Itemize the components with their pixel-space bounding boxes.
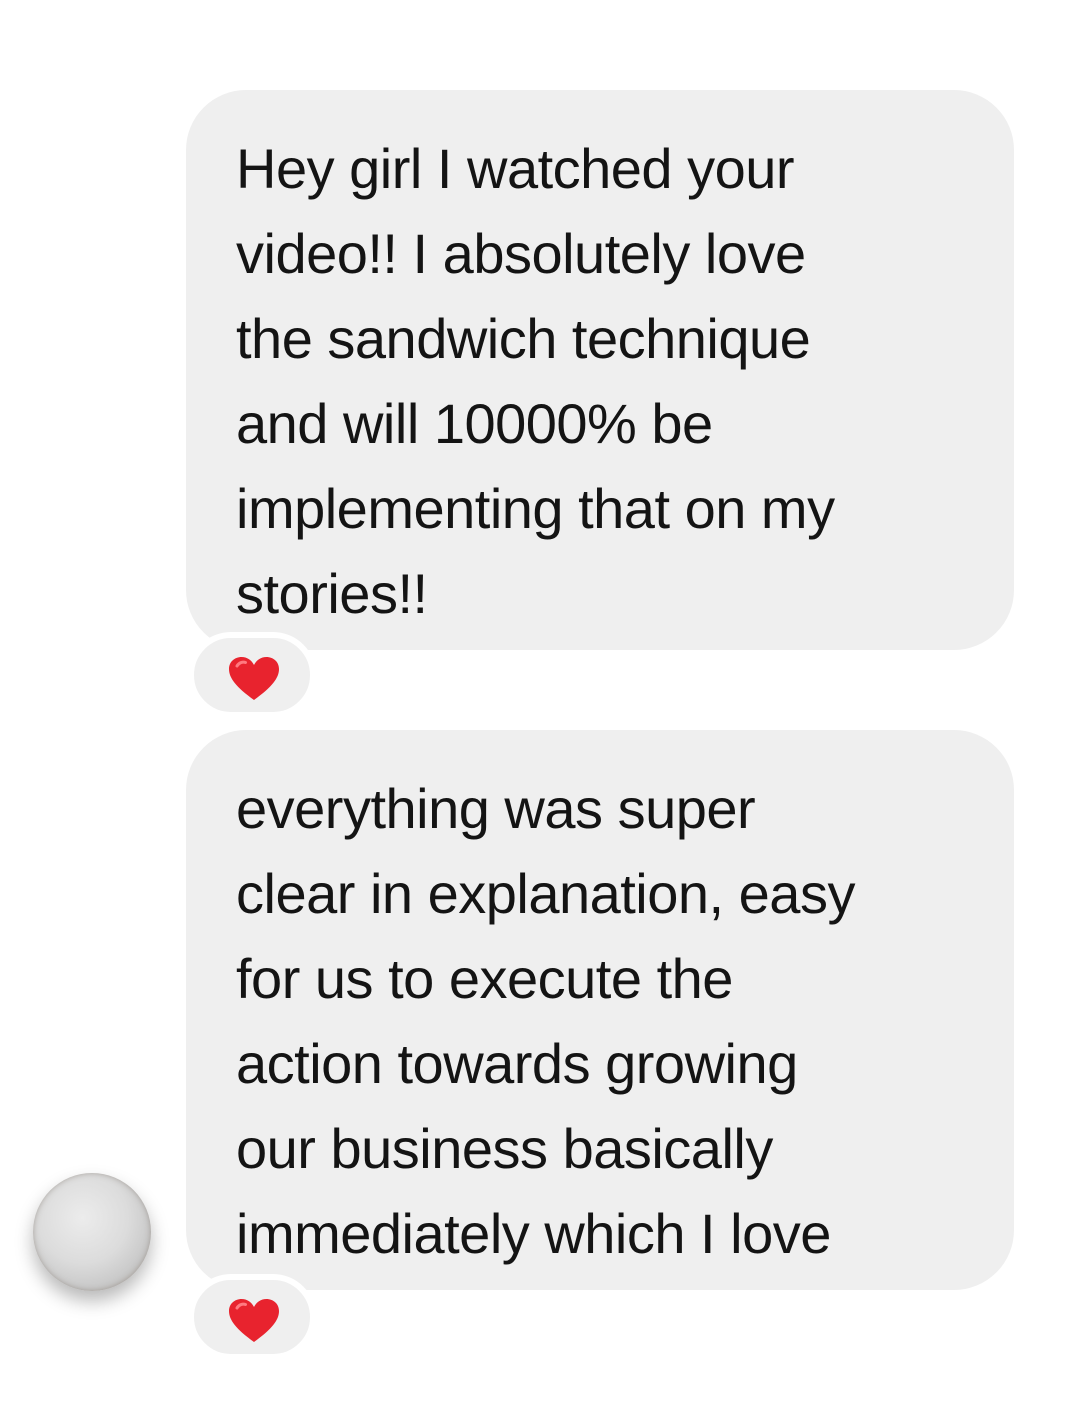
message-text-line: stories!! xyxy=(236,562,428,625)
heart-icon xyxy=(229,1299,279,1342)
reaction-badge[interactable] xyxy=(188,632,316,718)
message-text-line: action towards growing xyxy=(236,1032,798,1095)
message-text-line: and will 10000% be xyxy=(236,392,713,455)
sender-avatar[interactable] xyxy=(33,1173,151,1291)
message-text-line: clear in explanation, easy xyxy=(236,862,855,925)
message-text-line: for us to execute the xyxy=(236,947,733,1010)
heart-icon xyxy=(229,657,279,700)
message-bubble[interactable]: Hey girl I watched your video!! I absolu… xyxy=(186,90,1014,650)
message-text-line: everything was super xyxy=(236,777,756,840)
message-bubble[interactable]: everything was super clear in explanatio… xyxy=(186,730,1014,1290)
message-text-line: immediately which I love xyxy=(236,1202,831,1265)
message-text-line: video!! I absolutely love xyxy=(236,222,806,285)
reaction-badge[interactable] xyxy=(188,1274,316,1360)
message-text-line: Hey girl I watched your xyxy=(236,137,795,200)
message-text-line: implementing that on my xyxy=(236,477,835,540)
message-text-line: our business basically xyxy=(236,1117,773,1180)
message-text-line: the sandwich technique xyxy=(236,307,811,370)
